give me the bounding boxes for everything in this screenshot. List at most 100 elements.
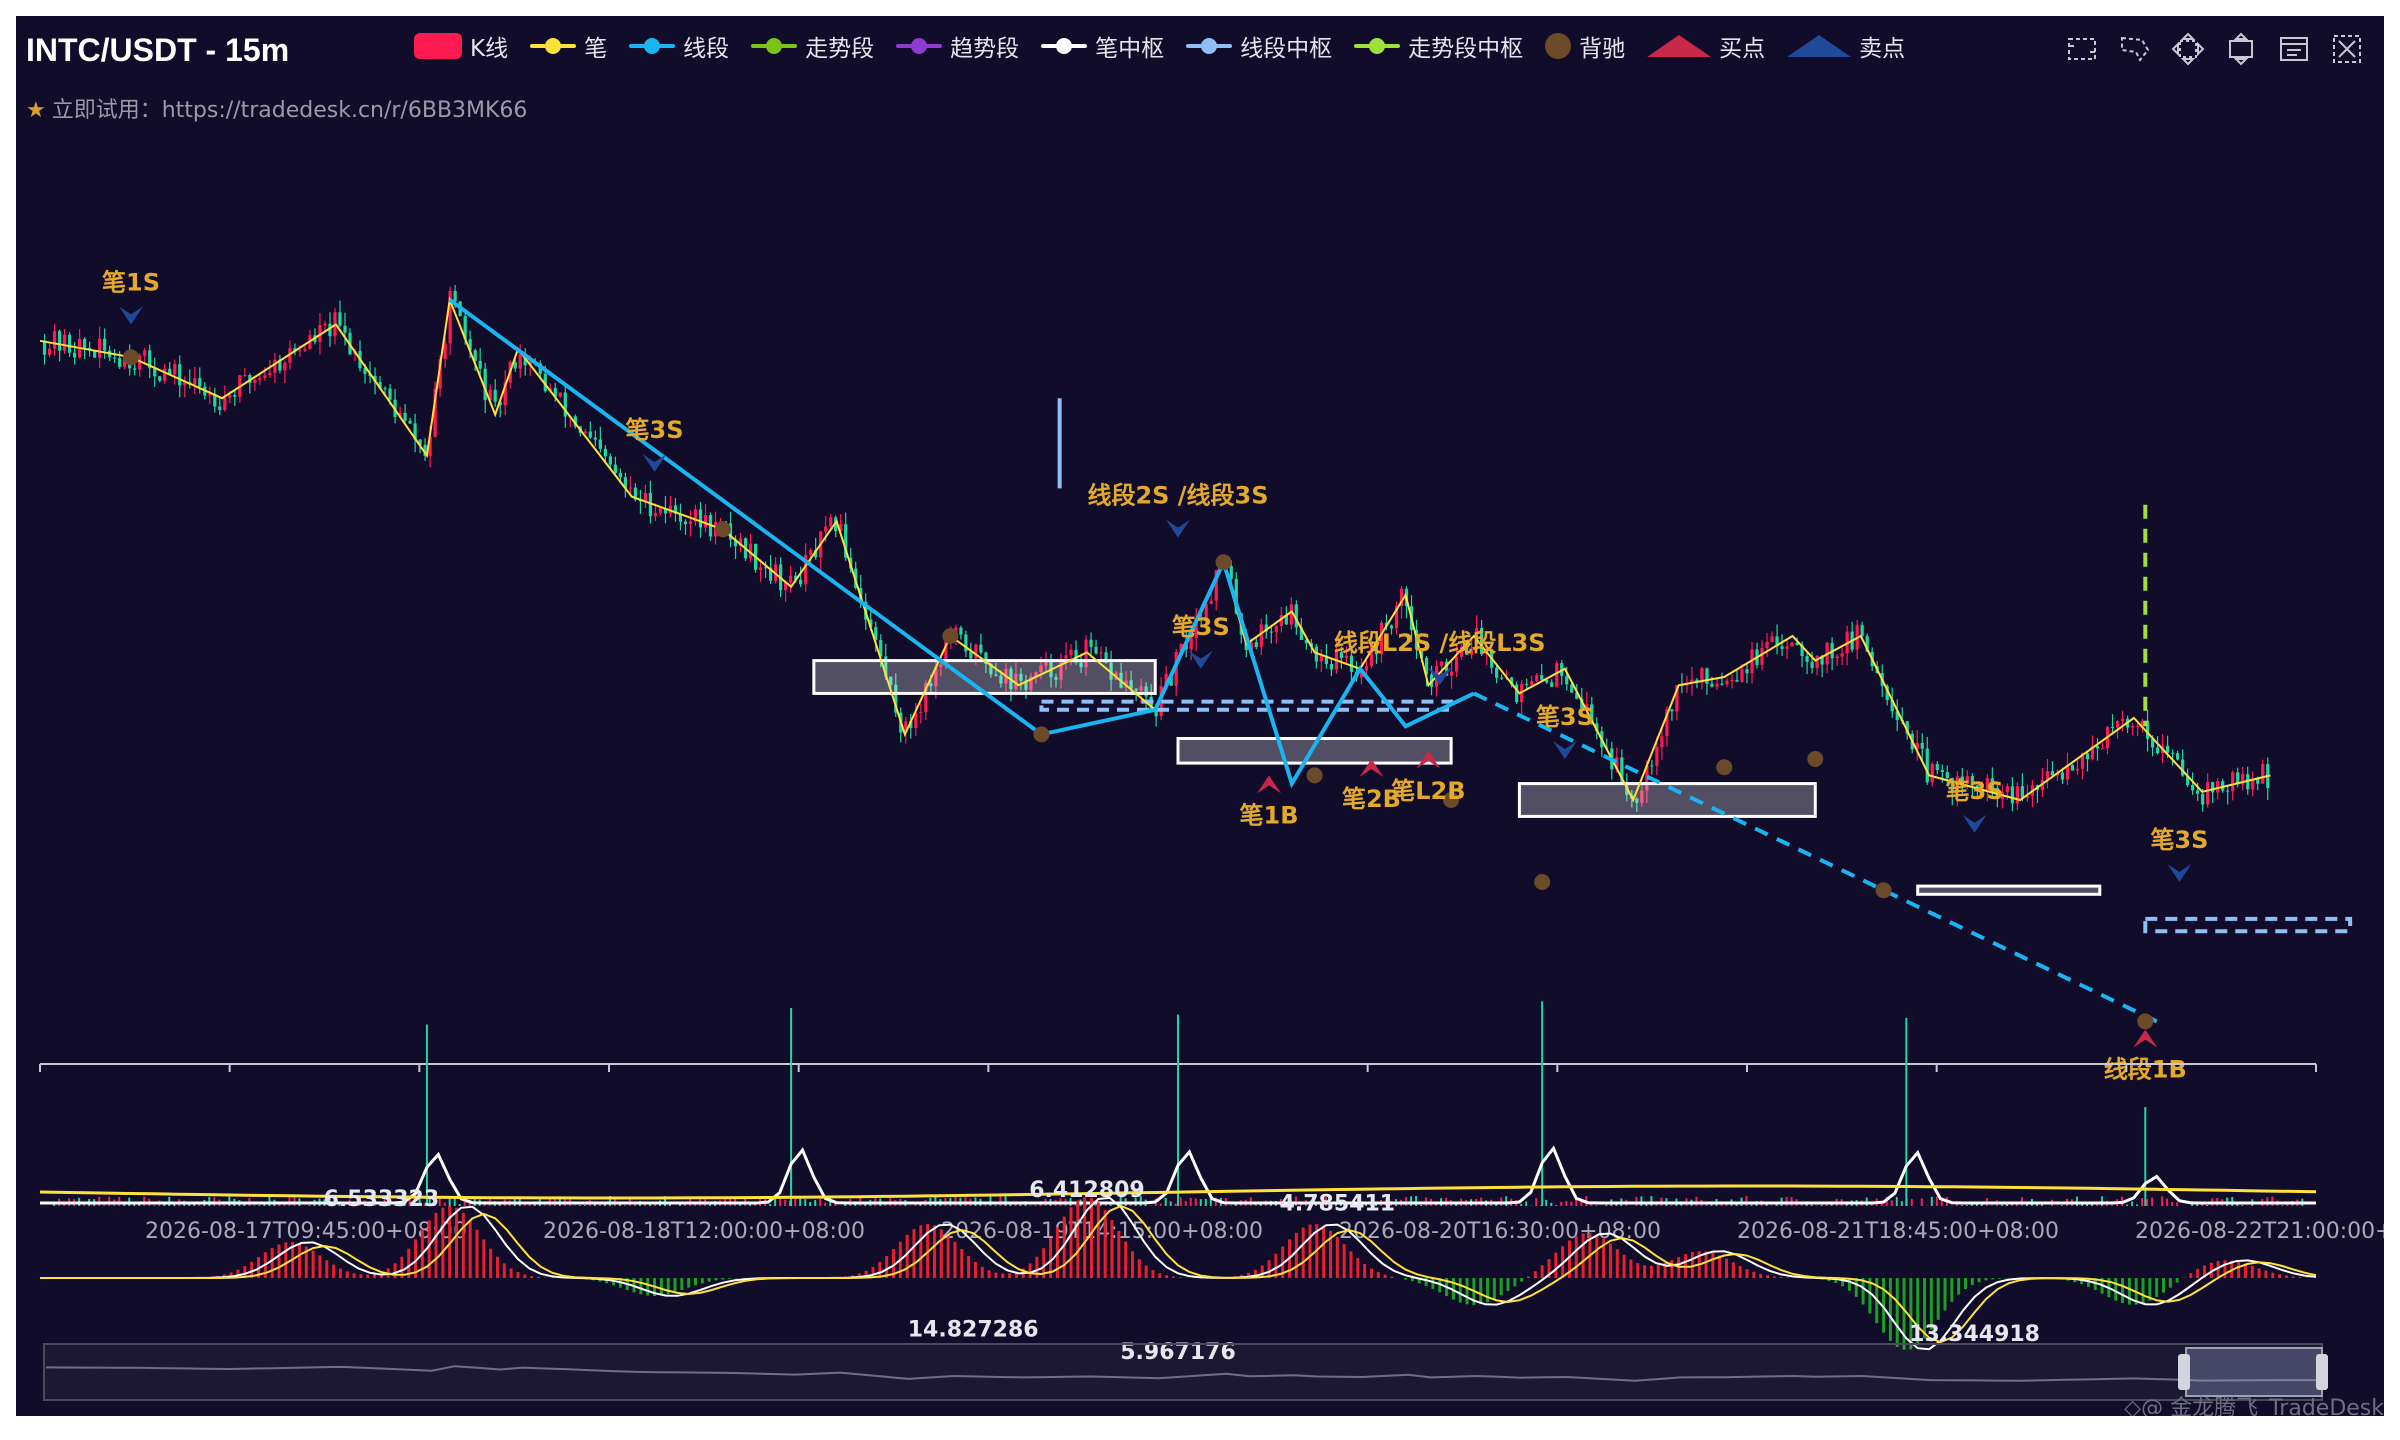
kline-chart[interactable]: 笔1S 笔3S 线段2S /线段3S 笔3S 线段L2S /线段L3S 笔3S 笔3S 笔3S… [16, 16, 2384, 1416]
legend-item-9[interactable]: 买点 [1647, 29, 1765, 63]
candle-body [52, 330, 57, 349]
candle-body [1555, 663, 1559, 687]
candle-body [1930, 764, 1934, 783]
candle-body [2005, 786, 2009, 793]
candle-body [1805, 656, 1809, 662]
candle-body [72, 352, 77, 358]
candle-body [2135, 725, 2140, 727]
zoom-reset-icon[interactable] [2169, 30, 2207, 68]
legend-item-6[interactable]: 线段中枢 [1186, 29, 1332, 63]
candle-body [979, 644, 983, 653]
candle-body [1454, 656, 1459, 672]
legend-item-8[interactable]: 背驰 [1545, 29, 1625, 63]
candle-body [493, 389, 497, 402]
sell-point-label: 笔3S [1946, 777, 2004, 805]
candle-body [158, 376, 162, 381]
watermark: ◇@ 金龙腾飞_TradeDesk [2124, 1396, 2384, 1416]
candle-body [118, 358, 122, 367]
sell-point-label: 线段L2S /线段L3S [1334, 629, 1546, 657]
legend-swatch [629, 34, 676, 58]
data-view-icon[interactable] [2275, 30, 2313, 68]
candle-body [919, 711, 923, 713]
candle-body [1650, 765, 1654, 767]
legend-swatch [1647, 35, 1712, 57]
candle-body [303, 349, 307, 351]
candle-body [1089, 639, 1093, 647]
candle-body [2010, 786, 2014, 804]
legend-item-3[interactable]: 走势段 [751, 29, 874, 63]
legend-label: 卖点 [1859, 36, 1906, 62]
candle-body [1660, 736, 1664, 747]
candle-body [2261, 764, 2265, 784]
legend-swatch [530, 34, 577, 58]
datazoom-window[interactable] [2185, 1347, 2323, 1397]
candle-body [1760, 648, 1764, 665]
candle-body [298, 350, 302, 352]
buy-point-label: 线段1B [2104, 1056, 2187, 1084]
chart-title: INTC/USDT - 15m [26, 32, 290, 68]
x-tick-label: 2026-08-18T12:00:00+08:00 [543, 1219, 865, 1244]
candle-body [343, 325, 347, 333]
trial-link[interactable]: 立即试用：https://tradedesk.cn/r/6BB3MK66 [52, 98, 528, 123]
candle-body [1259, 624, 1263, 648]
candle-body [1720, 683, 1724, 685]
datazoom-handle[interactable] [2178, 1354, 2190, 1390]
sell-point-label: 线段2S /线段3S [1087, 482, 1268, 510]
divergence-dot [1306, 767, 1323, 784]
candle-body [959, 627, 963, 635]
legend-item-10[interactable]: 卖点 [1787, 29, 1905, 63]
clear-icon[interactable] [2328, 30, 2366, 68]
candle-body [2211, 782, 2215, 793]
candle-body [253, 379, 257, 383]
legend-item-0[interactable]: K线 [414, 29, 508, 63]
candle-body [829, 517, 833, 527]
legend-item-7[interactable]: 走势段中枢 [1354, 29, 1523, 63]
legend-label: 线段 [683, 36, 730, 62]
legend-label: 背驰 [1579, 36, 1626, 62]
candle-body [698, 509, 703, 528]
legend-item-2[interactable]: 线段 [629, 29, 729, 63]
legend-swatch [1041, 34, 1088, 58]
candle-body [703, 515, 708, 528]
zoom-select-icon[interactable] [2063, 30, 2101, 68]
candle-body [98, 338, 102, 358]
legend-label: 买点 [1719, 36, 1766, 62]
macd-value-label: 6.533323 [324, 1187, 440, 1212]
legend-label: K线 [470, 36, 509, 62]
candle-body [2115, 721, 2120, 728]
candle-body [1725, 680, 1729, 685]
candle-body [263, 375, 267, 378]
candle-body [1940, 769, 1944, 772]
datazoom-handle[interactable] [2316, 1354, 2328, 1390]
candle-body [2206, 782, 2210, 805]
legend-swatch [896, 34, 943, 58]
chart-frame: 笔1S 笔3S 线段2S /线段3S 笔3S 线段L2S /线段L3S 笔3S 笔3S 笔3S… [16, 16, 2384, 1416]
candle-body [1099, 652, 1103, 654]
legend-label: 趋势段 [950, 36, 1020, 62]
sell-point-label: 笔3S [1536, 703, 1594, 731]
legend-item-5[interactable]: 笔中枢 [1041, 29, 1164, 63]
legend-swatch [1186, 34, 1233, 58]
legend-label: 线段中枢 [1240, 36, 1333, 62]
candle-body [618, 473, 622, 478]
legend-swatch [1545, 33, 1572, 59]
candle-body [67, 334, 72, 353]
legend-item-1[interactable]: 笔 [530, 29, 607, 63]
candle-body [453, 290, 457, 302]
legend-label: 笔中枢 [1095, 36, 1165, 62]
restore-icon[interactable] [2222, 30, 2260, 68]
candle-body [2196, 790, 2200, 794]
chart-subtitle[interactable]: ★ 立即试用：https://tradedesk.cn/r/6BB3MK66 [26, 92, 527, 124]
candle-body [1439, 661, 1444, 667]
candle-body [593, 437, 597, 440]
lasso-icon[interactable] [2116, 30, 2154, 68]
candle-body [2130, 726, 2135, 728]
legend: K线 笔 线段 走势段 趋势段 笔中枢 线段中枢 走势段中枢 背驰 买点 卖点 [414, 26, 1927, 66]
legend-item-4[interactable]: 趋势段 [896, 29, 1019, 63]
candle-body [1389, 625, 1394, 629]
candle-body [613, 464, 617, 474]
candle-body [1765, 641, 1769, 649]
candle-body [403, 412, 407, 421]
legend-swatch [1787, 35, 1852, 57]
candle-body [809, 550, 813, 555]
